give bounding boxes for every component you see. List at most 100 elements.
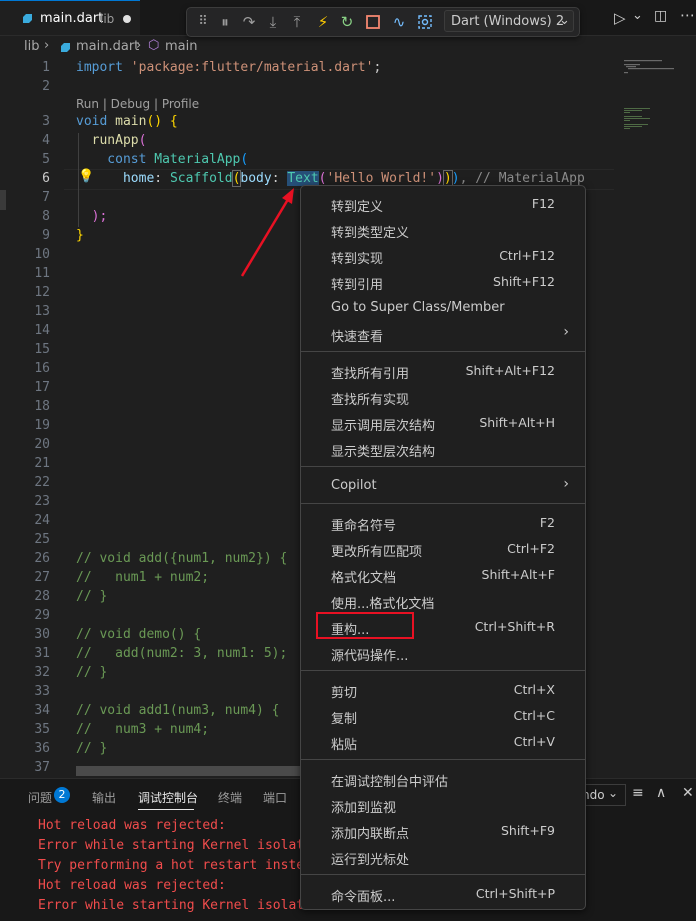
menu-item-show-type-hierarchy[interactable]: 显示类型层次结构 <box>301 436 585 462</box>
more-actions-icon[interactable]: ⋯ <box>680 6 695 24</box>
menu-item-command-palette[interactable]: 命令面板... Ctrl+Shift+P <box>301 881 585 907</box>
menu-item-go-to-references[interactable]: 转到引用 Shift+F12 <box>301 269 585 295</box>
run-dropdown-icon[interactable]: ⌄ <box>632 8 643 23</box>
breadcrumb-symbol[interactable]: main <box>165 39 197 54</box>
split-editor-icon[interactable]: ◫ <box>654 8 667 24</box>
context-menu: 转到定义 F12 转到类型定义 转到实现 Ctrl+F12 转到引用 Shift+F1… <box>300 185 586 910</box>
code-line-31[interactable]: // add(num2: 3, num1: 5); <box>76 646 287 661</box>
menu-item-go-to-type-definition[interactable]: 转到类型定义 <box>301 217 585 243</box>
menu-item-paste[interactable]: 粘贴 Ctrl+V <box>301 729 585 755</box>
method-icon: ⬡ <box>148 38 160 53</box>
step-over-icon[interactable]: ↷ <box>239 12 259 32</box>
code-line-9[interactable]: } <box>76 228 84 243</box>
tab-debug-console[interactable]: 调试控制台 <box>138 789 198 806</box>
clear-console-icon[interactable]: ≡ <box>632 785 644 801</box>
close-panel-icon[interactable]: ✕ <box>682 785 694 801</box>
tab-problems[interactable]: 问题 <box>28 789 52 806</box>
tab-ports[interactable]: 端口 <box>263 789 287 806</box>
pause-icon[interactable]: ⏸ <box>215 12 235 32</box>
line-number: 37 <box>34 760 50 775</box>
run-icon[interactable]: ▷ <box>614 9 626 27</box>
menu-item-go-to-implementation[interactable]: 转到实现 Ctrl+F12 <box>301 243 585 269</box>
menu-separator <box>301 351 585 352</box>
annotation-arrow-icon <box>240 188 294 277</box>
active-tab-underline <box>138 809 194 810</box>
line-number: 4 <box>42 133 50 148</box>
code-line-27[interactable]: // num1 + num2; <box>76 570 209 585</box>
submenu-chevron-icon: › <box>563 476 569 492</box>
menu-separator <box>301 670 585 671</box>
menu-separator <box>301 759 585 760</box>
breadcrumb-folder[interactable]: lib <box>24 39 39 54</box>
line-number: 18 <box>34 399 50 414</box>
device-select[interactable]: Dart (Windows) 2 ⌄ <box>444 10 574 32</box>
menu-item-run-to-cursor[interactable]: 运行到光标处 <box>301 844 585 870</box>
menu-item-format-document-with[interactable]: 使用...格式化文档 <box>301 588 585 614</box>
menu-item-add-inline-breakpoint[interactable]: 添加内联断点 Shift+F9 <box>301 818 585 844</box>
chevron-down-icon: ⌄ <box>559 13 570 28</box>
menu-item-cut[interactable]: 剪切 Ctrl+X <box>301 677 585 703</box>
code-line-8[interactable]: ); <box>76 209 108 224</box>
tab-terminal[interactable]: 终端 <box>218 789 242 806</box>
code-line-4[interactable]: runApp( <box>76 133 147 148</box>
code-line-30[interactable]: // void demo() { <box>76 627 201 642</box>
menu-item-change-all-occurrences[interactable]: 更改所有匹配项 Ctrl+F2 <box>301 536 585 562</box>
code-line-3[interactable]: void main() { <box>76 114 178 129</box>
inspect-widget-icon[interactable] <box>415 12 435 32</box>
tab-filename: main.dart <box>40 11 104 26</box>
menu-separator <box>301 874 585 875</box>
step-into-icon[interactable]: ⤓ <box>263 12 283 32</box>
line-number: 26 <box>34 551 50 566</box>
menu-item-peek[interactable]: 快速查看 › <box>301 321 585 347</box>
line-number: 11 <box>34 266 50 281</box>
code-line-5[interactable]: const MaterialApp( <box>76 152 248 167</box>
tab-output[interactable]: 输出 <box>92 789 116 806</box>
code-line-26[interactable]: // void add({num1, num2}) { <box>76 551 287 566</box>
tab-main-dart[interactable]: main.dart lib <box>0 0 140 35</box>
code-line-6[interactable]: home: Scaffold(body: Text('Hello World!'… <box>76 170 585 187</box>
menu-item-format-document[interactable]: 格式化文档 Shift+Alt+F <box>301 562 585 588</box>
menu-item-find-all-implementations[interactable]: 查找所有实现 <box>301 384 585 410</box>
menu-item-copy[interactable]: 复制 Ctrl+C <box>301 703 585 729</box>
horizontal-scrollbar[interactable] <box>76 766 301 776</box>
line-number: 21 <box>34 456 50 471</box>
menu-item-source-action[interactable]: 源代码操作... <box>301 640 585 666</box>
indent-guide <box>78 133 79 227</box>
menu-item-find-all-references[interactable]: 查找所有引用 Shift+Alt+F12 <box>301 358 585 384</box>
maximize-panel-icon[interactable]: ∧ <box>656 785 666 801</box>
menu-item-go-to-super-class[interactable]: Go to Super Class/Member <box>301 295 585 321</box>
menu-item-add-to-watch[interactable]: 添加到监视 <box>301 792 585 818</box>
code-line-34[interactable]: // void add1(num3, num4) { <box>76 703 280 718</box>
unsaved-dot-icon[interactable] <box>123 15 131 23</box>
menu-item-copilot[interactable]: Copilot › <box>301 473 585 499</box>
line-number: 16 <box>34 361 50 376</box>
step-out-icon[interactable]: ⤒ <box>287 12 307 32</box>
line-number: 32 <box>34 665 50 680</box>
menu-item-rename-symbol[interactable]: 重命名符号 F2 <box>301 510 585 536</box>
menu-item-go-to-definition[interactable]: 转到定义 F12 <box>301 191 585 217</box>
code-line-1[interactable]: import 'package:flutter/material.dart'; <box>76 60 381 75</box>
code-line-32[interactable]: // } <box>76 665 107 680</box>
code-line-28[interactable]: // } <box>76 589 107 604</box>
devtools-icon[interactable]: ∿ <box>389 12 409 32</box>
breadcrumb-file[interactable]: main.dart <box>76 39 139 54</box>
line-number: 17 <box>34 380 50 395</box>
code-line-36[interactable]: // } <box>76 741 107 756</box>
stop-icon[interactable] <box>363 12 383 32</box>
line-number: 34 <box>34 703 50 718</box>
menu-item-show-call-hierarchy[interactable]: 显示调用层次结构 Shift+Alt+H <box>301 410 585 436</box>
line-number: 22 <box>34 475 50 490</box>
menu-item-evaluate-in-debug-console[interactable]: 在调试控制台中评估 <box>301 766 585 792</box>
dart-file-icon <box>61 43 70 52</box>
line-number: 35 <box>34 722 50 737</box>
hot-reload-icon[interactable]: ⚡ <box>313 12 333 32</box>
code-line-35[interactable]: // num3 + num4; <box>76 722 209 737</box>
menu-separator <box>301 503 585 504</box>
minimap[interactable] <box>616 58 686 158</box>
restart-icon[interactable]: ↻ <box>337 12 357 32</box>
line-number: 10 <box>34 247 50 262</box>
drag-grip-icon[interactable]: ⠿ <box>193 12 213 32</box>
line-number: 25 <box>34 532 50 547</box>
codelens-run-debug-profile[interactable]: Run | Debug | Profile <box>76 97 199 111</box>
menu-separator <box>301 466 585 467</box>
